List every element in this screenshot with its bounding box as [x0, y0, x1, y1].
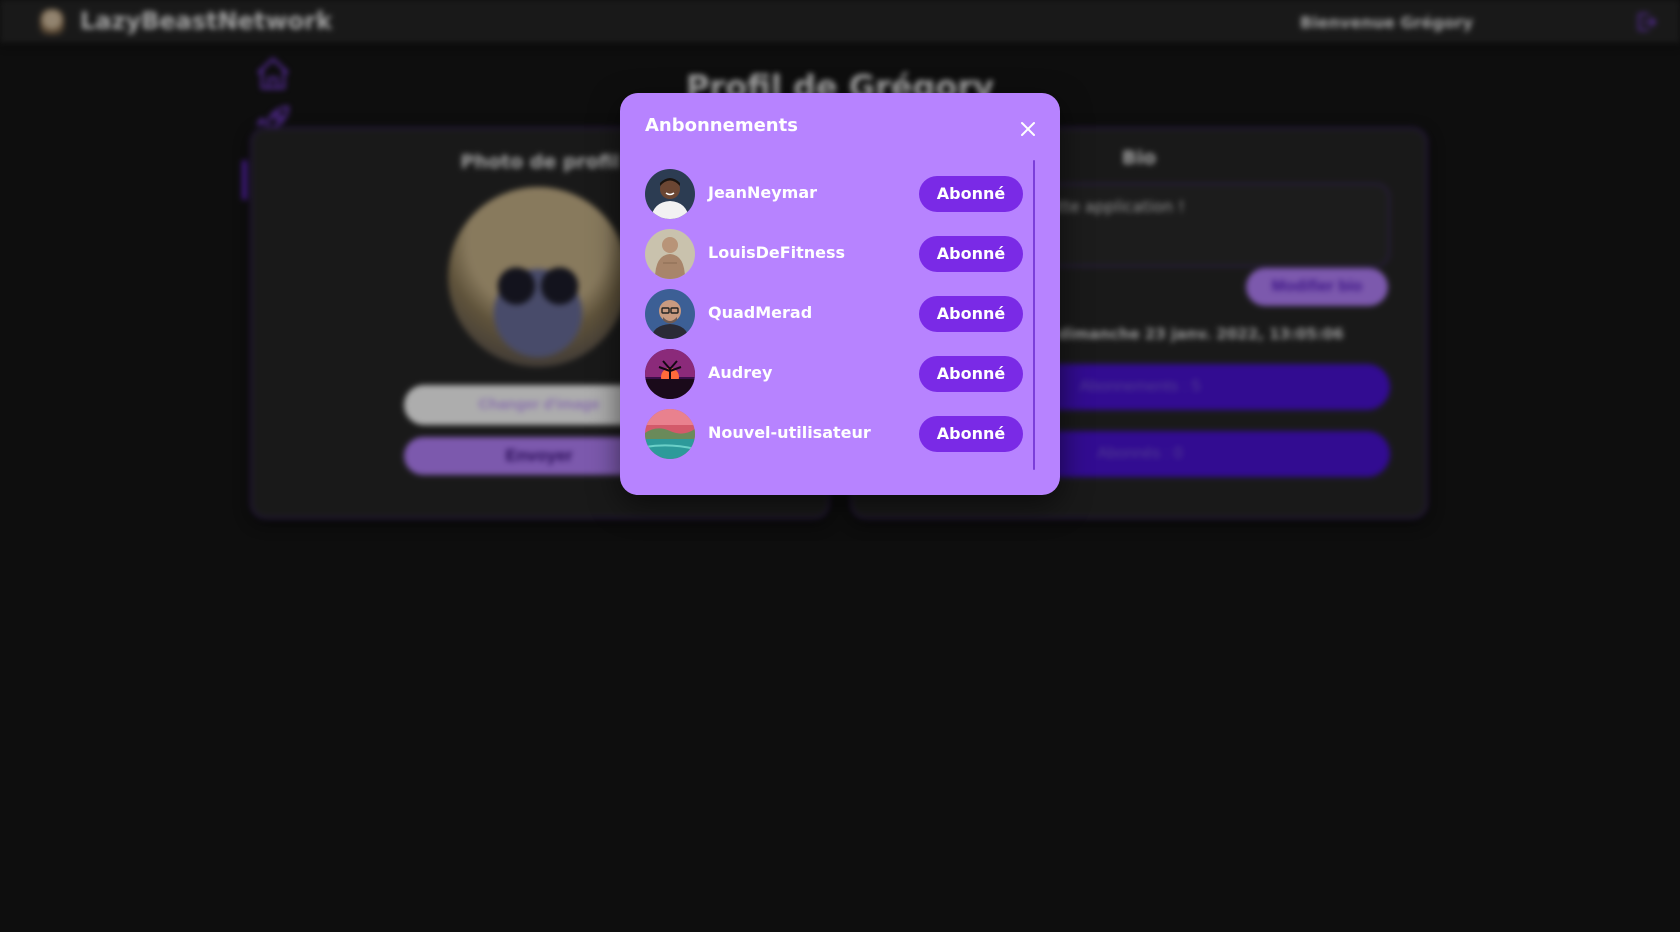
username[interactable]: Nouvel-utilisateur: [708, 423, 871, 442]
modal-scrollbar[interactable]: [1033, 160, 1035, 470]
close-icon: [1021, 122, 1035, 136]
username[interactable]: JeanNeymar: [708, 183, 817, 202]
list-item: JeanNeymar Abonné: [645, 169, 1025, 219]
list-item: Audrey Abonné: [645, 349, 1025, 399]
avatar: [645, 229, 695, 279]
close-button[interactable]: [1016, 117, 1040, 141]
app-root: LazyBeastNetwork Bienvenue Grégory Profi…: [0, 0, 1680, 932]
username[interactable]: QuadMerad: [708, 303, 812, 322]
list-item: Nouvel-utilisateur Abonné: [645, 409, 1025, 459]
list-item: LouisDeFitness Abonné: [645, 229, 1025, 279]
subscribed-button[interactable]: Abonné: [919, 356, 1023, 392]
avatar: [645, 289, 695, 339]
subscriptions-modal: Anbonnements JeanNeymar Abonné LouisDeFi…: [620, 93, 1060, 495]
username[interactable]: LouisDeFitness: [708, 243, 845, 262]
username[interactable]: Audrey: [708, 363, 772, 382]
avatar: [645, 169, 695, 219]
list-item: QuadMerad Abonné: [645, 289, 1025, 339]
avatar: [645, 349, 695, 399]
modal-title: Anbonnements: [645, 115, 798, 136]
subscribed-button[interactable]: Abonné: [919, 296, 1023, 332]
subscribed-button[interactable]: Abonné: [919, 176, 1023, 212]
subscribed-button[interactable]: Abonné: [919, 416, 1023, 452]
avatar: [645, 409, 695, 459]
subscribed-button[interactable]: Abonné: [919, 236, 1023, 272]
